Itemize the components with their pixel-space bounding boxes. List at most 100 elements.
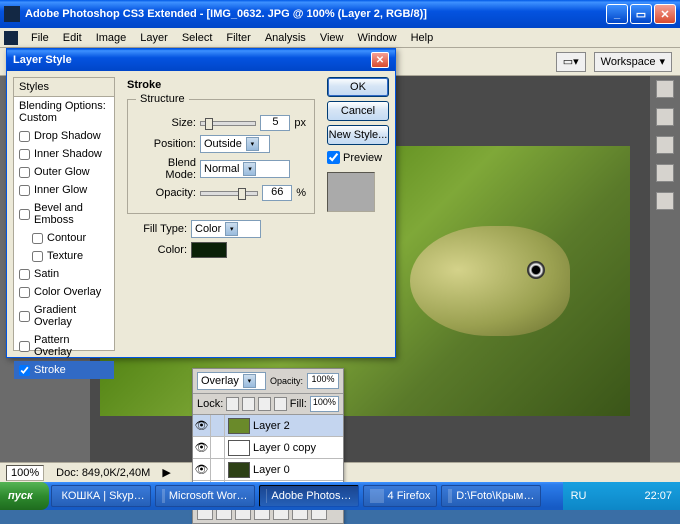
position-combo[interactable]: Outside▾ xyxy=(200,135,270,153)
status-arrow-icon[interactable]: ▶ xyxy=(162,466,170,479)
style-inner-glow[interactable]: Inner Glow xyxy=(14,181,114,199)
dialog-close-button[interactable]: ✕ xyxy=(371,52,389,68)
taskbar-task[interactable]: D:\Foto\Крым… xyxy=(441,485,541,507)
taskbar-task[interactable]: 4 Firefox xyxy=(363,485,438,507)
lock-pixels-icon[interactable] xyxy=(242,397,255,411)
style-texture[interactable]: Texture xyxy=(14,247,114,265)
ok-button[interactable]: OK xyxy=(327,77,389,97)
section-title: Stroke xyxy=(127,79,315,93)
fill-field[interactable]: 100% xyxy=(310,396,339,412)
taskbar-task[interactable]: Microsoft Wor… xyxy=(155,485,255,507)
clock[interactable]: 22:07 xyxy=(644,490,672,502)
checkbox[interactable] xyxy=(32,233,43,244)
opacity-field[interactable]: 100% xyxy=(307,373,339,389)
panel-icon[interactable] xyxy=(656,136,674,154)
dialog-titlebar[interactable]: Layer Style ✕ xyxy=(7,49,395,71)
style-contour[interactable]: Contour xyxy=(14,229,114,247)
layer-name[interactable]: Layer 0 xyxy=(253,464,290,476)
style-color-overlay[interactable]: Color Overlay xyxy=(14,283,114,301)
blend-mode-combo[interactable]: Normal▾ xyxy=(200,160,290,178)
opacity-unit: % xyxy=(296,187,306,199)
opacity-slider[interactable] xyxy=(200,191,258,196)
preview-checkbox[interactable] xyxy=(327,151,340,164)
visibility-icon[interactable]: 👁 xyxy=(193,415,211,436)
checkbox[interactable] xyxy=(19,341,30,352)
tray-icon[interactable] xyxy=(590,489,604,503)
menu-file[interactable]: File xyxy=(24,30,56,46)
checkbox[interactable] xyxy=(19,185,30,196)
maximize-button[interactable]: ▭ xyxy=(630,4,652,24)
checkbox[interactable] xyxy=(19,149,30,160)
link-cell[interactable] xyxy=(211,415,225,436)
link-cell[interactable] xyxy=(211,437,225,458)
style-satin[interactable]: Satin xyxy=(14,265,114,283)
style-gradient-overlay[interactable]: Gradient Overlay xyxy=(14,301,114,331)
lock-position-icon[interactable] xyxy=(258,397,271,411)
fill-label: Fill: xyxy=(290,398,307,410)
lock-transparent-icon[interactable] xyxy=(226,397,239,411)
link-cell[interactable] xyxy=(211,459,225,480)
close-button[interactable]: ✕ xyxy=(654,4,676,24)
cancel-button[interactable]: Cancel xyxy=(327,101,389,121)
styles-header[interactable]: Styles xyxy=(14,78,114,97)
panel-icon[interactable] xyxy=(656,108,674,126)
system-tray[interactable]: RU 22:07 xyxy=(563,482,680,510)
blend-mode-select[interactable]: Overlay▾ xyxy=(197,372,266,390)
layer-name[interactable]: Layer 2 xyxy=(253,420,290,432)
start-button[interactable]: пуск xyxy=(0,482,49,510)
menu-image[interactable]: Image xyxy=(89,30,134,46)
layer-row[interactable]: 👁 Layer 0 copy xyxy=(193,437,343,459)
menu-analysis[interactable]: Analysis xyxy=(258,30,313,46)
checkbox[interactable] xyxy=(19,287,30,298)
checkbox[interactable] xyxy=(19,167,30,178)
layer-row[interactable]: 👁 Layer 2 xyxy=(193,415,343,437)
layer-row[interactable]: 👁 Layer 0 xyxy=(193,459,343,481)
opacity-input[interactable]: 66 xyxy=(262,185,292,201)
menu-select[interactable]: Select xyxy=(175,30,220,46)
style-outer-glow[interactable]: Outer Glow xyxy=(14,163,114,181)
menu-window[interactable]: Window xyxy=(350,30,403,46)
size-input[interactable]: 5 xyxy=(260,115,290,131)
layer-thumbnail[interactable] xyxy=(228,462,250,478)
checkbox[interactable] xyxy=(19,311,30,322)
menu-filter[interactable]: Filter xyxy=(219,30,257,46)
checkbox[interactable] xyxy=(19,131,30,142)
tray-icon[interactable] xyxy=(626,489,640,503)
style-bevel-emboss[interactable]: Bevel and Emboss xyxy=(14,199,114,229)
style-inner-shadow[interactable]: Inner Shadow xyxy=(14,145,114,163)
visibility-icon[interactable]: 👁 xyxy=(193,437,211,458)
style-drop-shadow[interactable]: Drop Shadow xyxy=(14,127,114,145)
layer-thumbnail[interactable] xyxy=(228,418,250,434)
panel-icon[interactable] xyxy=(656,164,674,182)
taskbar-task[interactable]: Adobe Photos… xyxy=(259,485,359,507)
taskbar-task[interactable]: КОШКА | Skyp… xyxy=(51,485,151,507)
new-style-button[interactable]: New Style... xyxy=(327,125,389,145)
menu-edit[interactable]: Edit xyxy=(56,30,89,46)
checkbox[interactable] xyxy=(32,251,43,262)
checkbox[interactable] xyxy=(19,365,30,376)
tray-icon[interactable] xyxy=(608,489,622,503)
panel-icon[interactable] xyxy=(656,192,674,210)
menu-layer[interactable]: Layer xyxy=(133,30,175,46)
color-swatch[interactable] xyxy=(191,242,227,258)
layer-thumbnail[interactable] xyxy=(228,440,250,456)
dialog-buttons: OK Cancel New Style... Preview xyxy=(327,77,389,351)
size-slider[interactable] xyxy=(200,121,256,126)
language-indicator[interactable]: RU xyxy=(571,490,587,502)
layer-name[interactable]: Layer 0 copy xyxy=(253,442,316,454)
menu-view[interactable]: View xyxy=(313,30,351,46)
blending-options-row[interactable]: Blending Options: Custom xyxy=(14,97,114,127)
style-pattern-overlay[interactable]: Pattern Overlay xyxy=(14,331,114,361)
style-stroke[interactable]: Stroke xyxy=(14,361,114,379)
minimize-button[interactable]: _ xyxy=(606,4,628,24)
checkbox[interactable] xyxy=(19,269,30,280)
checkbox[interactable] xyxy=(19,209,30,220)
screen-mode-button[interactable]: ▭▾ xyxy=(556,52,586,72)
zoom-field[interactable]: 100% xyxy=(6,465,44,481)
fill-type-combo[interactable]: Color▾ xyxy=(191,220,261,238)
workspace-button[interactable]: Workspace ▾ xyxy=(594,52,672,72)
lock-all-icon[interactable] xyxy=(274,397,287,411)
visibility-icon[interactable]: 👁 xyxy=(193,459,211,480)
panel-icon[interactable] xyxy=(656,80,674,98)
menu-help[interactable]: Help xyxy=(404,30,441,46)
